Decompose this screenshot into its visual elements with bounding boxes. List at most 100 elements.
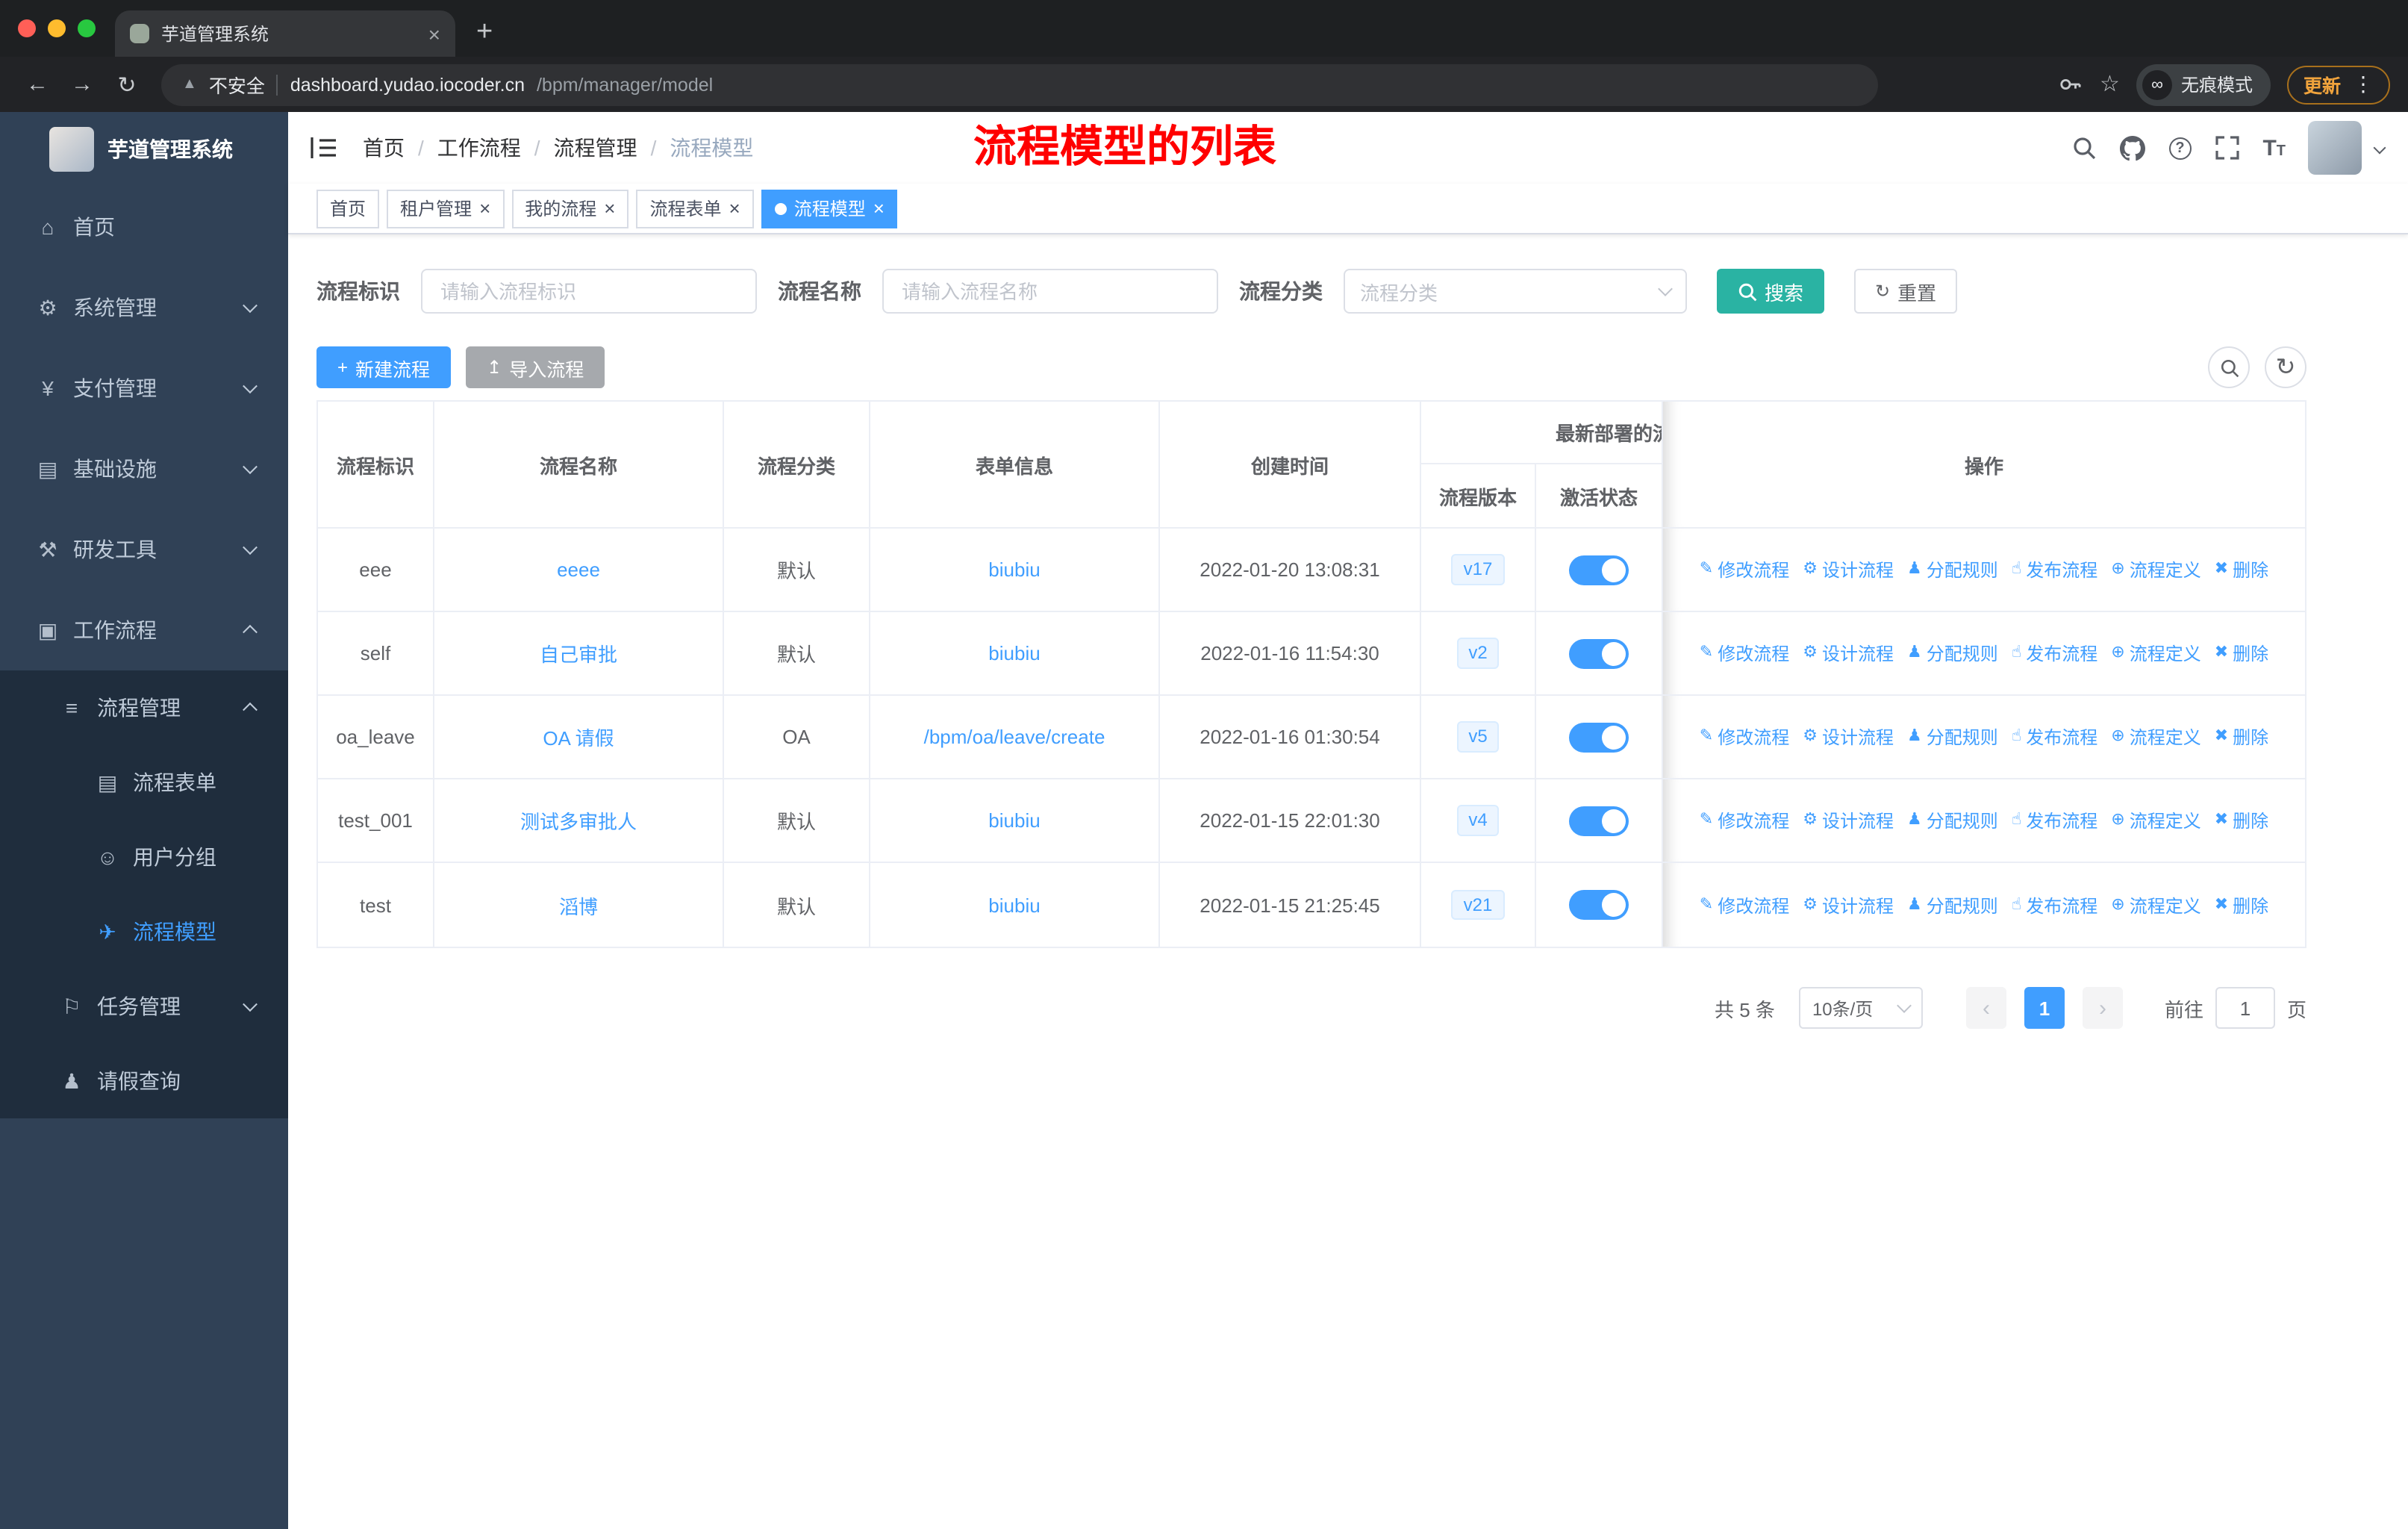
action-edit[interactable]: ✎ 修改流程 <box>1700 808 1789 833</box>
page-1-button[interactable]: 1 <box>2024 987 2065 1029</box>
security-label[interactable]: 不安全 <box>209 70 265 99</box>
sidebar-item-task-manage[interactable]: ⚐ 任务管理 <box>0 969 288 1044</box>
tab-close-icon[interactable]: × <box>428 23 440 44</box>
sidebar-item-user-group[interactable]: ☺ 用户分组 <box>0 820 288 894</box>
action-assign-rule[interactable]: ♟ 分配规则 <box>1907 641 1998 666</box>
browser-menu-icon[interactable]: ⋮ <box>2353 72 2374 97</box>
tag-close-icon[interactable]: × <box>873 199 885 218</box>
sidebar-item-leave-query[interactable]: ♟ 请假查询 <box>0 1044 288 1118</box>
action-design[interactable]: ⚙ 设计流程 <box>1803 808 1894 833</box>
form-info-link[interactable]: /bpm/oa/leave/create <box>924 726 1105 748</box>
import-process-button[interactable]: ↥ 导入流程 <box>466 346 605 388</box>
sidebar-item-devtools[interactable]: ⚒ 研发工具 <box>0 509 288 590</box>
action-assign-rule[interactable]: ♟ 分配规则 <box>1907 557 1998 582</box>
action-assign-rule[interactable]: ♟ 分配规则 <box>1907 808 1998 833</box>
forward-icon[interactable]: → <box>63 72 102 97</box>
sidebar-item-flow-model[interactable]: ✈ 流程模型 <box>0 894 288 969</box>
browser-tab[interactable]: 芋道管理系统 × <box>115 10 455 57</box>
prev-page-button[interactable]: ‹ <box>1965 987 2006 1029</box>
page-size-select[interactable]: 10条/页 <box>1798 987 1923 1029</box>
fullscreen-icon[interactable] <box>2213 134 2240 161</box>
action-delete[interactable]: ✖ 删除 <box>2215 557 2268 582</box>
tag-my-flow[interactable]: 我的流程 × <box>511 189 629 228</box>
process-name-link[interactable]: OA 请假 <box>543 723 614 751</box>
process-key-input[interactable] <box>421 269 757 314</box>
refresh-table-button[interactable]: ↻ <box>2265 346 2306 388</box>
create-process-button[interactable]: + 新建流程 <box>316 346 452 388</box>
action-definition[interactable]: ⊕ 流程定义 <box>2111 557 2200 582</box>
form-info-link[interactable]: biubiu <box>988 809 1040 832</box>
next-page-button[interactable]: › <box>2082 987 2123 1029</box>
sidebar-item-flow-manage[interactable]: ≡ 流程管理 <box>0 670 288 745</box>
sidebar-item-flow-form[interactable]: ▤ 流程表单 <box>0 745 288 820</box>
action-delete[interactable]: ✖ 删除 <box>2215 641 2268 666</box>
tag-tenant[interactable]: 租户管理 × <box>387 189 505 228</box>
new-tab-button[interactable]: + <box>476 18 493 46</box>
action-design[interactable]: ⚙ 设计流程 <box>1803 641 1894 666</box>
address-bar[interactable]: ▲ 不安全 dashboard.yudao.iocoder.cn/bpm/man… <box>161 63 1878 105</box>
action-design[interactable]: ⚙ 设计流程 <box>1803 724 1894 750</box>
action-design[interactable]: ⚙ 设计流程 <box>1803 557 1894 582</box>
breadcrumb-item[interactable]: 首页 <box>363 133 405 163</box>
process-name-link[interactable]: 自己审批 <box>540 639 617 667</box>
process-name-link[interactable]: 测试多审批人 <box>520 806 637 835</box>
toggle-search-button[interactable] <box>2208 346 2250 388</box>
reload-icon[interactable]: ↻ <box>107 71 146 98</box>
status-toggle[interactable] <box>1569 806 1629 835</box>
action-edit[interactable]: ✎ 修改流程 <box>1700 724 1789 750</box>
status-toggle[interactable] <box>1569 890 1629 920</box>
back-icon[interactable]: ← <box>18 72 57 97</box>
category-select[interactable]: 流程分类 <box>1344 269 1687 314</box>
tag-home[interactable]: 首页 <box>316 189 380 228</box>
form-info-link[interactable]: biubiu <box>988 894 1040 916</box>
action-edit[interactable]: ✎ 修改流程 <box>1700 892 1789 918</box>
process-name-input[interactable] <box>882 269 1218 314</box>
breadcrumb-item[interactable]: 流程管理 <box>554 133 637 163</box>
minimize-window-button[interactable] <box>48 19 66 37</box>
github-icon[interactable] <box>2119 134 2146 161</box>
breadcrumb-item[interactable]: 工作流程 <box>437 133 521 163</box>
action-assign-rule[interactable]: ♟ 分配规则 <box>1907 724 1998 750</box>
zoom-window-button[interactable] <box>78 19 96 37</box>
action-publish[interactable]: ☝ 发布流程 <box>2012 892 2097 918</box>
search-icon[interactable] <box>2070 134 2097 161</box>
action-design[interactable]: ⚙ 设计流程 <box>1803 892 1894 918</box>
tag-close-icon[interactable]: × <box>729 199 740 218</box>
status-toggle[interactable] <box>1569 638 1629 668</box>
form-info-link[interactable]: biubiu <box>988 642 1040 664</box>
help-icon[interactable]: ? <box>2168 137 2192 159</box>
sidebar-item-system[interactable]: ⚙ 系统管理 <box>0 267 288 348</box>
sidebar-item-workflow[interactable]: ▣ 工作流程 <box>0 590 288 670</box>
action-delete[interactable]: ✖ 删除 <box>2215 892 2268 918</box>
action-delete[interactable]: ✖ 删除 <box>2215 808 2268 833</box>
action-edit[interactable]: ✎ 修改流程 <box>1700 641 1789 666</box>
app-logo-row[interactable]: 芋道管理系统 <box>0 112 288 187</box>
action-assign-rule[interactable]: ♟ 分配规则 <box>1907 892 1998 918</box>
process-name-link[interactable]: eeee <box>557 558 600 581</box>
key-icon[interactable] <box>2056 71 2083 98</box>
sidebar-item-infrastructure[interactable]: ▤ 基础设施 <box>0 429 288 509</box>
action-publish[interactable]: ☝ 发布流程 <box>2012 641 2097 666</box>
reset-button[interactable]: ↻ 重置 <box>1854 269 1958 314</box>
action-publish[interactable]: ☝ 发布流程 <box>2012 724 2097 750</box>
browser-update-button[interactable]: 更新 ⋮ <box>2286 65 2390 104</box>
tag-close-icon[interactable]: × <box>604 199 615 218</box>
close-window-button[interactable] <box>18 19 36 37</box>
tag-flow-form[interactable]: 流程表单 × <box>636 189 754 228</box>
action-definition[interactable]: ⊕ 流程定义 <box>2111 641 2200 666</box>
sidebar-toggle-icon[interactable] <box>311 136 337 160</box>
sidebar-item-home[interactable]: ⌂ 首页 <box>0 187 288 267</box>
action-definition[interactable]: ⊕ 流程定义 <box>2111 724 2200 750</box>
action-publish[interactable]: ☝ 发布流程 <box>2012 808 2097 833</box>
sidebar-item-payment[interactable]: ¥ 支付管理 <box>0 348 288 429</box>
process-name-link[interactable]: 滔博 <box>559 891 598 919</box>
action-definition[interactable]: ⊕ 流程定义 <box>2111 808 2200 833</box>
action-publish[interactable]: ☝ 发布流程 <box>2012 557 2097 582</box>
font-size-icon[interactable]: TT <box>2262 137 2286 159</box>
incognito-badge[interactable]: ∞ 无痕模式 <box>2136 63 2271 105</box>
action-delete[interactable]: ✖ 删除 <box>2215 724 2268 750</box>
user-avatar[interactable] <box>2308 121 2362 175</box>
search-button[interactable]: 搜索 <box>1717 269 1825 314</box>
tag-close-icon[interactable]: × <box>479 199 490 218</box>
status-toggle[interactable] <box>1569 555 1629 585</box>
